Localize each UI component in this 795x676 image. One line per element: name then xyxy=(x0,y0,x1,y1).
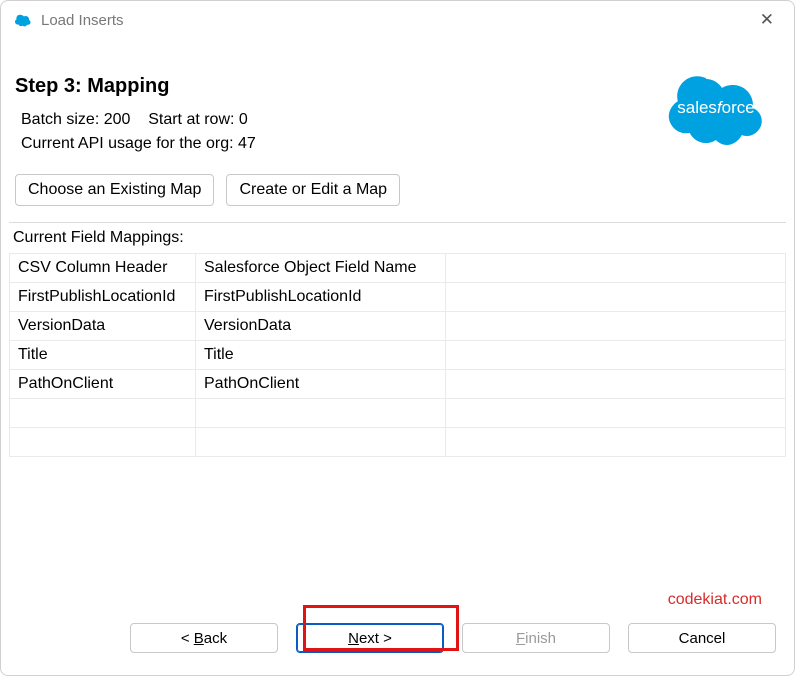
table-row[interactable] xyxy=(10,399,786,428)
col-header-csv: CSV Column Header xyxy=(10,254,196,283)
create-edit-map-button[interactable]: Create or Edit a Map xyxy=(226,174,400,206)
col-header-sf: Salesforce Object Field Name xyxy=(196,254,446,283)
choose-existing-map-button[interactable]: Choose an Existing Map xyxy=(15,174,214,206)
footer-nav: < Back Next > Finish Cancel xyxy=(9,609,786,667)
mappings-table: CSV Column HeaderSalesforce Object Field… xyxy=(9,253,786,457)
batch-label: Batch size: xyxy=(21,111,99,128)
salesforce-logo: salesforce xyxy=(656,65,776,153)
dialog-window: Load Inserts ✕ Step 3: Mapping Batch siz… xyxy=(0,0,795,676)
watermark: codekiat.com xyxy=(9,583,786,609)
start-value: 0 xyxy=(239,111,248,128)
stats-block: Batch size: 200 Start at row: 0 Current … xyxy=(21,108,656,156)
cancel-button[interactable]: Cancel xyxy=(628,623,776,653)
start-label: Start at row: xyxy=(148,111,234,128)
window-title: Load Inserts xyxy=(41,12,124,29)
divider xyxy=(9,222,786,223)
table-row[interactable] xyxy=(10,428,786,457)
close-icon[interactable]: ✕ xyxy=(752,6,782,34)
step-title: Step 3: Mapping xyxy=(15,75,656,98)
svg-text:salesforce: salesforce xyxy=(677,98,755,117)
table-row[interactable]: FirstPublishLocationIdFirstPublishLocati… xyxy=(10,283,786,312)
table-row[interactable]: PathOnClientPathOnClient xyxy=(10,370,786,399)
finish-button: Finish xyxy=(462,623,610,653)
titlebar: Load Inserts ✕ xyxy=(1,1,794,39)
table-row[interactable]: TitleTitle xyxy=(10,341,786,370)
mappings-label: Current Field Mappings: xyxy=(9,229,786,253)
table-row[interactable]: VersionDataVersionData xyxy=(10,312,786,341)
next-button[interactable]: Next > xyxy=(296,623,444,653)
batch-value: 200 xyxy=(104,111,131,128)
api-label: Current API usage for the org: xyxy=(21,135,234,152)
api-value: 47 xyxy=(238,135,256,152)
back-button[interactable]: < Back xyxy=(130,623,278,653)
salesforce-cloud-icon xyxy=(13,13,33,27)
